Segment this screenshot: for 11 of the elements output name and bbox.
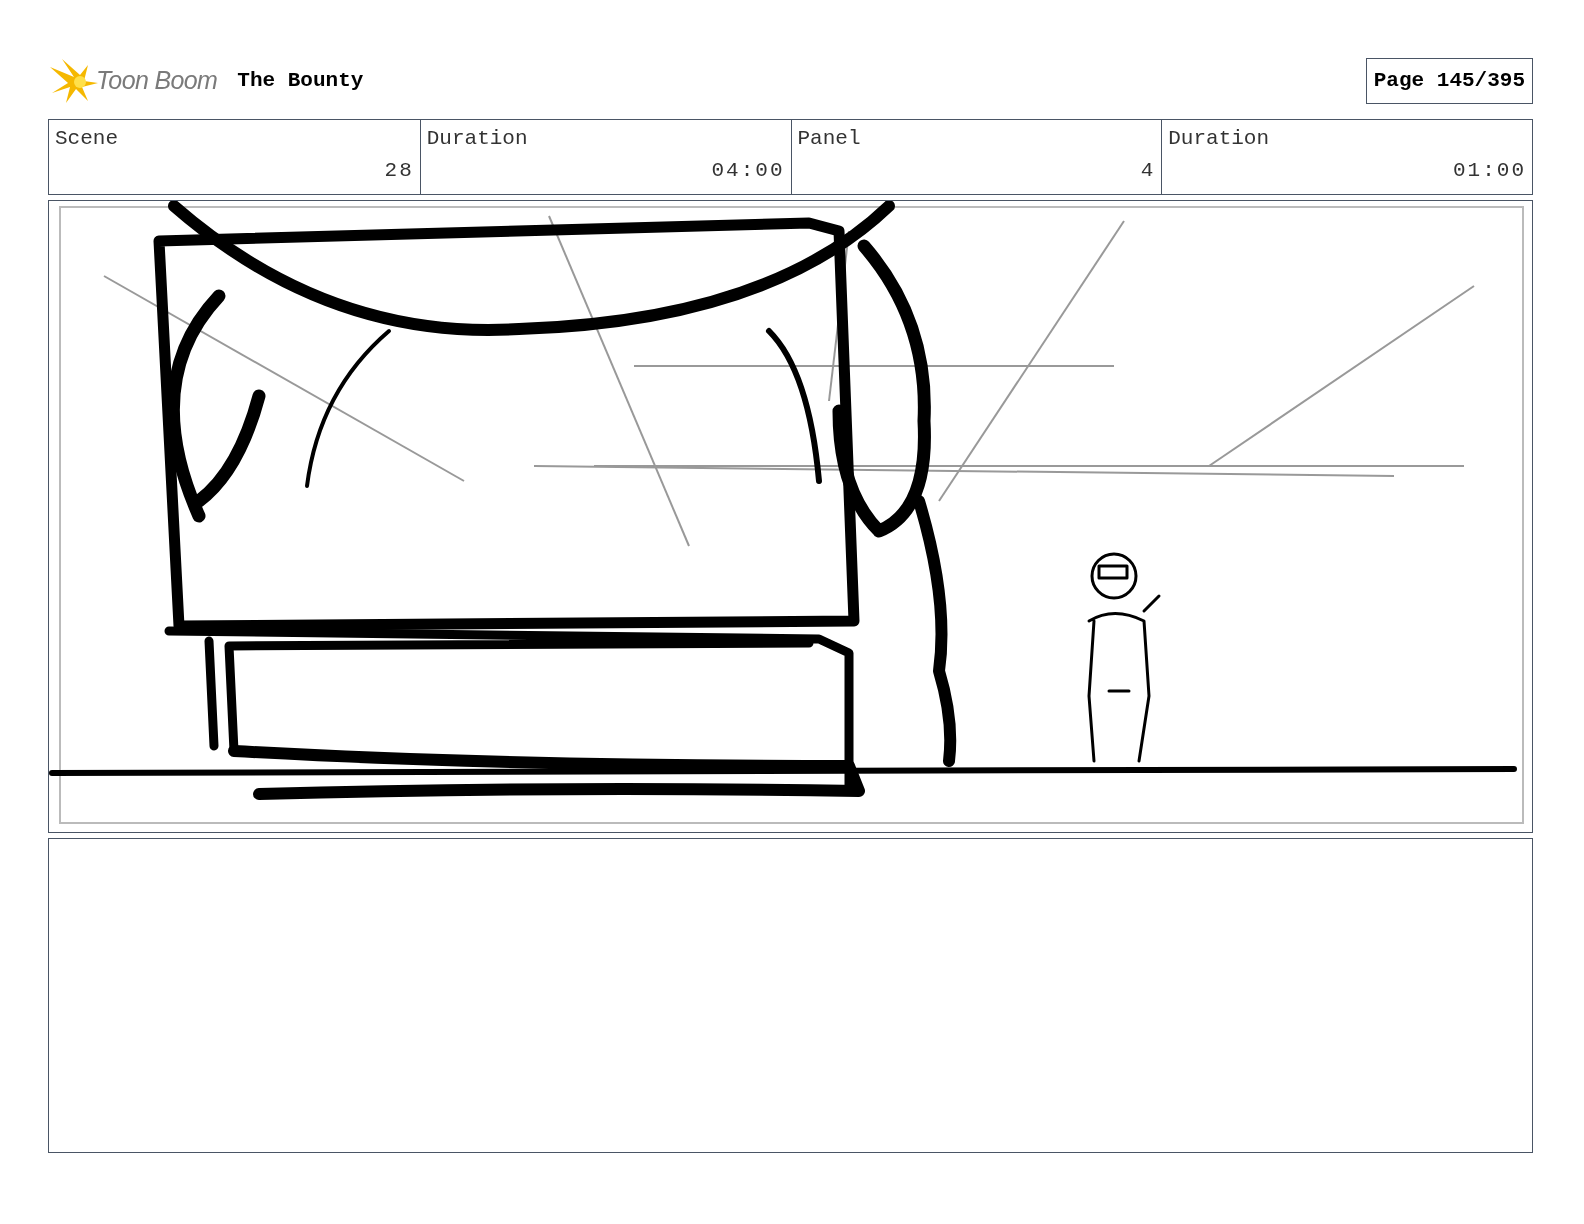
field-label: Panel xyxy=(797,126,861,152)
field-value: 01:00 xyxy=(1452,158,1526,185)
page-number: Page 145/395 xyxy=(1365,58,1533,104)
field-label: Duration xyxy=(1168,126,1270,152)
logo-text: Toon Boom xyxy=(96,65,218,97)
field-value: 4 xyxy=(1139,158,1156,185)
field-label: Scene xyxy=(55,126,118,152)
field-value: 28 xyxy=(383,158,414,185)
field-label: Duration xyxy=(426,126,528,152)
storyboard-title: The Bounty xyxy=(237,68,364,95)
field-value: 04:00 xyxy=(710,158,785,185)
